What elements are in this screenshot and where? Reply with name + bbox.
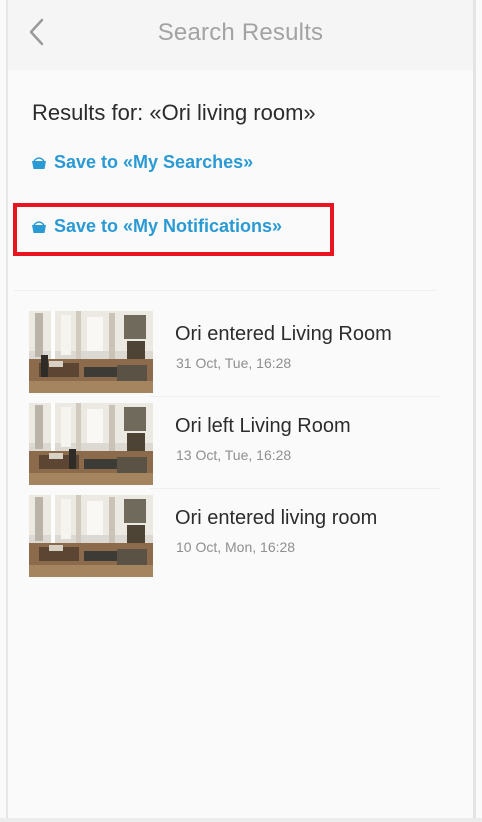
living-room-thumbnail — [29, 311, 153, 393]
save-to-my-notifications-label: Save to «My Notifications» — [54, 216, 283, 236]
living-room-thumbnail — [29, 403, 153, 485]
result-title: Ori entered living room — [175, 507, 378, 529]
bucket-icon — [32, 220, 46, 233]
bucket-icon — [32, 156, 46, 169]
result-list: Ori entered Living Room 31 Oct, Tue, 16:… — [20, 305, 440, 581]
frame-bottom-edge — [0, 818, 482, 822]
save-to-my-searches-link[interactable]: Save to «My Searches» — [30, 152, 253, 173]
result-title: Ori entered Living Room — [175, 323, 392, 345]
results-heading: Results for: «Ori living room» — [32, 100, 316, 125]
save-to-my-notifications-link[interactable]: Save to «My Notifications» — [30, 216, 282, 237]
living-room-thumbnail — [29, 495, 153, 577]
result-title: Ori left Living Room — [175, 415, 351, 437]
list-item[interactable]: Ori entered Living Room 31 Oct, Tue, 16:… — [20, 305, 440, 397]
result-date: 10 Oct, Mon, 16:28 — [176, 539, 296, 555]
frame-left-edge — [6, 0, 8, 822]
result-date: 31 Oct, Tue, 16:28 — [176, 355, 292, 371]
save-to-my-searches-label: Save to «My Searches» — [54, 152, 254, 172]
page-title: Search Results — [157, 19, 324, 46]
frame-right-edge — [473, 0, 476, 822]
list-item[interactable]: Ori entered living room 10 Oct, Mon, 16:… — [20, 489, 440, 581]
list-item[interactable]: Ori left Living Room 13 Oct, Tue, 16:28 — [20, 397, 440, 489]
app-header: Search Results — [8, 0, 473, 70]
section-divider — [14, 290, 436, 291]
search-results-screen: Search Results Results for: «Ori living … — [0, 0, 482, 822]
result-date: 13 Oct, Tue, 16:28 — [176, 447, 292, 463]
